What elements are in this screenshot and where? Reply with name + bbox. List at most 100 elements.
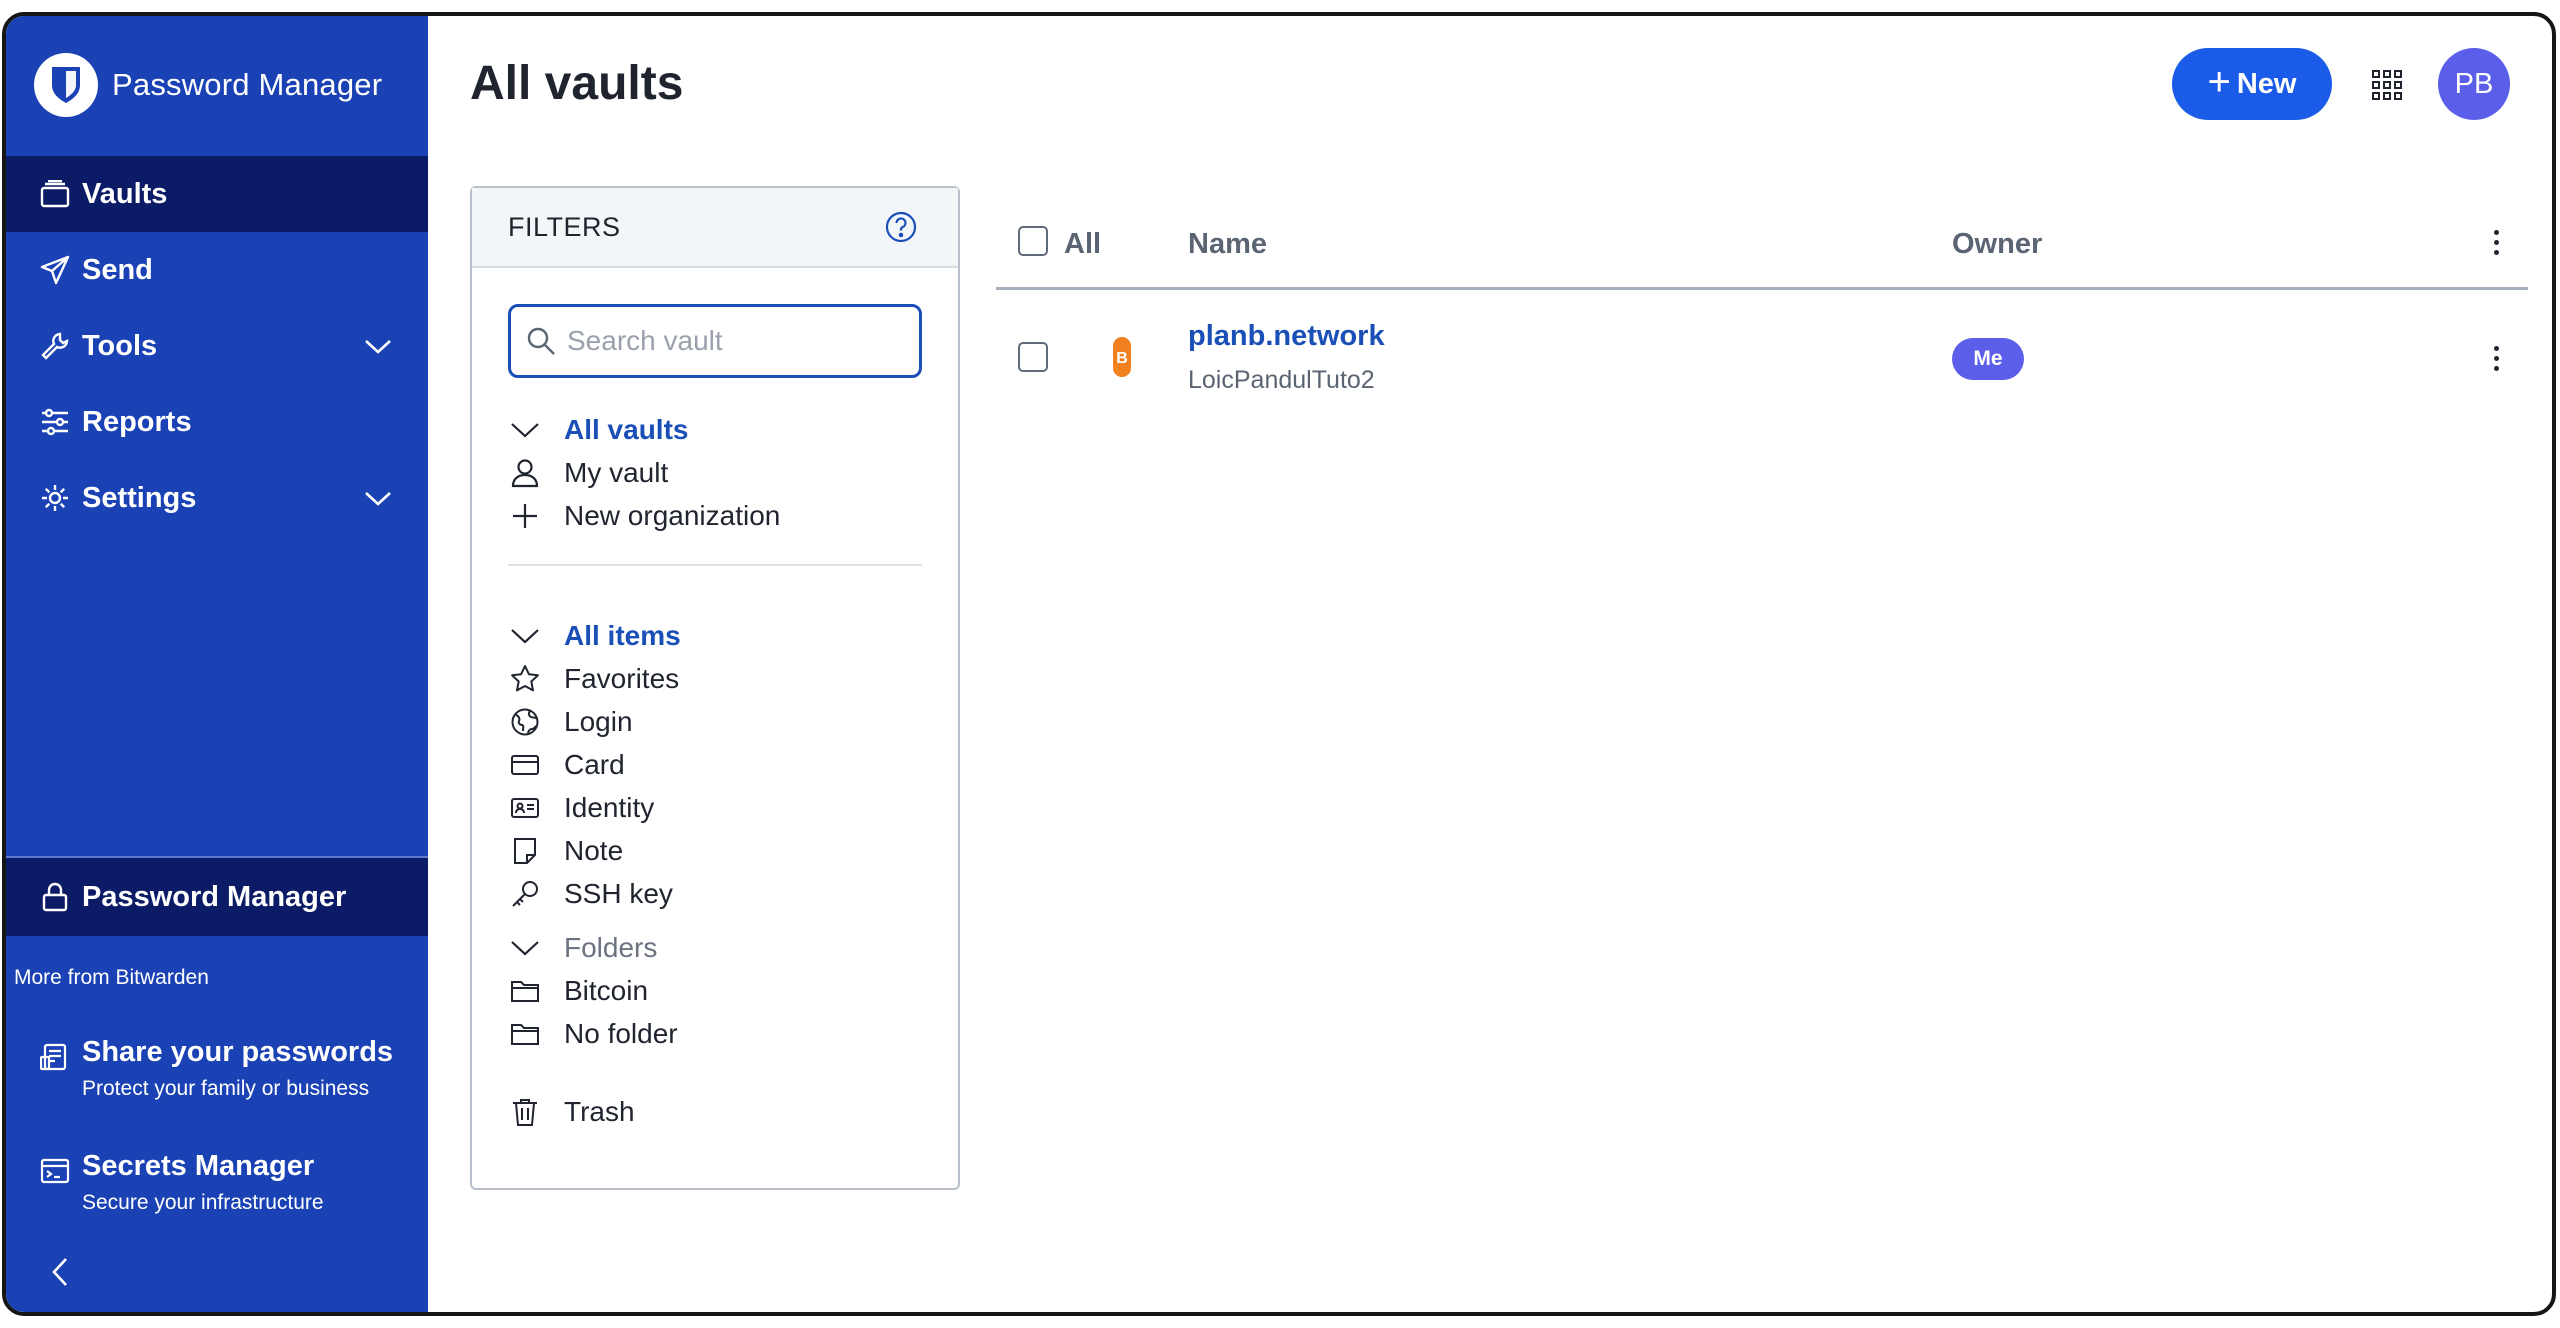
- sidebar-item-settings[interactable]: Settings: [6, 460, 428, 536]
- filter-label: Bitcoin: [564, 975, 649, 1006]
- filter-label: Card: [564, 749, 625, 780]
- plus-icon: +: [2207, 60, 2231, 104]
- folder-icon: [508, 1017, 542, 1051]
- new-button-label: New: [2236, 67, 2297, 100]
- page-title: All vaults: [470, 57, 684, 110]
- filter-favorites[interactable]: Favorites: [508, 659, 679, 699]
- bitcoin-favicon-icon: B: [1113, 337, 1131, 377]
- send-icon: [38, 253, 72, 287]
- sidebar-nav: Vaults Send Tools Reports Settings: [6, 156, 428, 536]
- filter-label: Favorites: [564, 663, 680, 694]
- more-from-label: More from Bitwarden: [14, 966, 209, 989]
- filter-label: No folder: [564, 1018, 678, 1049]
- filter-all-items[interactable]: All items: [508, 616, 681, 656]
- chevron-down-icon[interactable]: [362, 482, 394, 514]
- product-share-passwords[interactable]: Share your passwords Protect your family…: [38, 1036, 393, 1101]
- lock-icon: [38, 880, 72, 914]
- filter-ssh-key[interactable]: SSH key: [508, 874, 673, 914]
- filter-label: All items: [564, 620, 681, 651]
- filter-all-vaults[interactable]: All vaults: [508, 410, 688, 450]
- brand[interactable]: Password Manager: [34, 52, 382, 118]
- column-all: All: [1064, 228, 1102, 260]
- item-name-link[interactable]: planb.network: [1188, 320, 1385, 353]
- owner-badge: Me: [1952, 338, 2024, 380]
- gear-icon: [38, 481, 72, 515]
- filter-folders-heading[interactable]: Folders: [508, 928, 657, 968]
- vault-icon: [38, 177, 72, 211]
- item-subtitle: LoicPandulTuto2: [1188, 366, 1375, 394]
- search-input[interactable]: [567, 325, 907, 357]
- filter-note[interactable]: Note: [508, 831, 623, 871]
- table-options-kebab-icon[interactable]: [2486, 222, 2506, 262]
- globe-icon: [508, 705, 542, 739]
- filter-label: All vaults: [564, 414, 689, 445]
- filter-new-organization[interactable]: New organization: [508, 496, 780, 536]
- chevron-down-icon: [508, 413, 542, 447]
- search-vault-field[interactable]: [508, 304, 922, 378]
- user-icon: [508, 456, 542, 490]
- product-label: Password Manager: [82, 880, 347, 913]
- id-card-icon: [508, 791, 542, 825]
- product-secrets-manager[interactable]: Secrets Manager Secure your infrastructu…: [38, 1150, 324, 1215]
- column-owner[interactable]: Owner: [1952, 228, 2042, 261]
- filter-label: Identity: [564, 792, 655, 823]
- key-icon: [508, 877, 542, 911]
- filter-label: My vault: [564, 457, 669, 488]
- chevron-left-icon: [52, 1258, 67, 1286]
- sidebar-item-label: Settings: [82, 481, 197, 514]
- credit-card-icon: [508, 748, 542, 782]
- row-options-kebab-icon[interactable]: [2486, 338, 2506, 378]
- chevron-down-icon[interactable]: [362, 330, 394, 362]
- filter-login[interactable]: Login: [508, 702, 633, 742]
- share-icon: [38, 1040, 72, 1074]
- sidebar-item-send[interactable]: Send: [6, 232, 428, 308]
- filters-title: FILTERS: [508, 211, 621, 242]
- app-switcher-grid-icon[interactable]: [2370, 68, 2404, 102]
- search-icon: [527, 327, 555, 355]
- product-title: Secrets Manager: [82, 1150, 315, 1182]
- bitwarden-shield-icon: [34, 53, 98, 117]
- sidebar-item-tools[interactable]: Tools: [6, 308, 428, 384]
- sidebar-item-reports[interactable]: Reports: [6, 384, 428, 460]
- filter-my-vault[interactable]: My vault: [508, 453, 668, 493]
- user-avatar[interactable]: PB: [2438, 48, 2510, 120]
- row-checkbox[interactable]: [1018, 342, 1048, 372]
- filter-identity[interactable]: Identity: [508, 788, 654, 828]
- terminal-window-icon: [38, 1154, 72, 1188]
- product-switcher-password-manager[interactable]: Password Manager: [6, 856, 428, 936]
- filter-trash[interactable]: Trash: [508, 1092, 635, 1132]
- vault-table-header: All Name Owner: [996, 210, 2528, 290]
- product-subtitle: Protect your family or business: [82, 1077, 370, 1100]
- svg-text:B: B: [1116, 350, 1128, 367]
- star-icon: [508, 662, 542, 696]
- sidebar-item-label: Reports: [82, 405, 192, 438]
- product-subtitle: Secure your infrastructure: [82, 1191, 324, 1214]
- collapse-sidebar-button[interactable]: [42, 1252, 78, 1292]
- filter-label: Trash: [564, 1096, 635, 1127]
- filter-label: Note: [564, 835, 624, 866]
- filter-folder-bitcoin[interactable]: Bitcoin: [508, 971, 648, 1011]
- filters-divider: [508, 564, 922, 566]
- new-button[interactable]: + New: [2172, 48, 2332, 120]
- folder-icon: [508, 974, 542, 1008]
- filter-label: Login: [564, 706, 633, 737]
- filter-no-folder[interactable]: No folder: [508, 1014, 678, 1054]
- app-window: Password Manager Vaults Send Tools Repor…: [2, 12, 2556, 1316]
- plus-icon: [508, 499, 542, 533]
- sidebar-item-vaults[interactable]: Vaults: [6, 156, 428, 232]
- filter-card[interactable]: Card: [508, 745, 625, 785]
- sliders-icon: [38, 405, 72, 439]
- chevron-down-icon: [508, 619, 542, 653]
- help-icon[interactable]: [884, 210, 918, 244]
- sidebar-item-label: Send: [82, 253, 153, 286]
- table-row[interactable]: B planb.network LoicPandulTuto2 Me: [996, 306, 2528, 410]
- sidebar: Password Manager Vaults Send Tools Repor…: [6, 16, 428, 1312]
- select-all-checkbox[interactable]: [1018, 226, 1048, 256]
- filter-label: SSH key: [564, 878, 673, 909]
- filters-header: FILTERS: [472, 188, 958, 268]
- column-name[interactable]: Name: [1188, 228, 1267, 261]
- note-icon: [508, 834, 542, 868]
- chevron-down-icon: [508, 931, 542, 965]
- filter-label: Folders: [564, 932, 658, 963]
- sidebar-item-label: Vaults: [82, 177, 168, 210]
